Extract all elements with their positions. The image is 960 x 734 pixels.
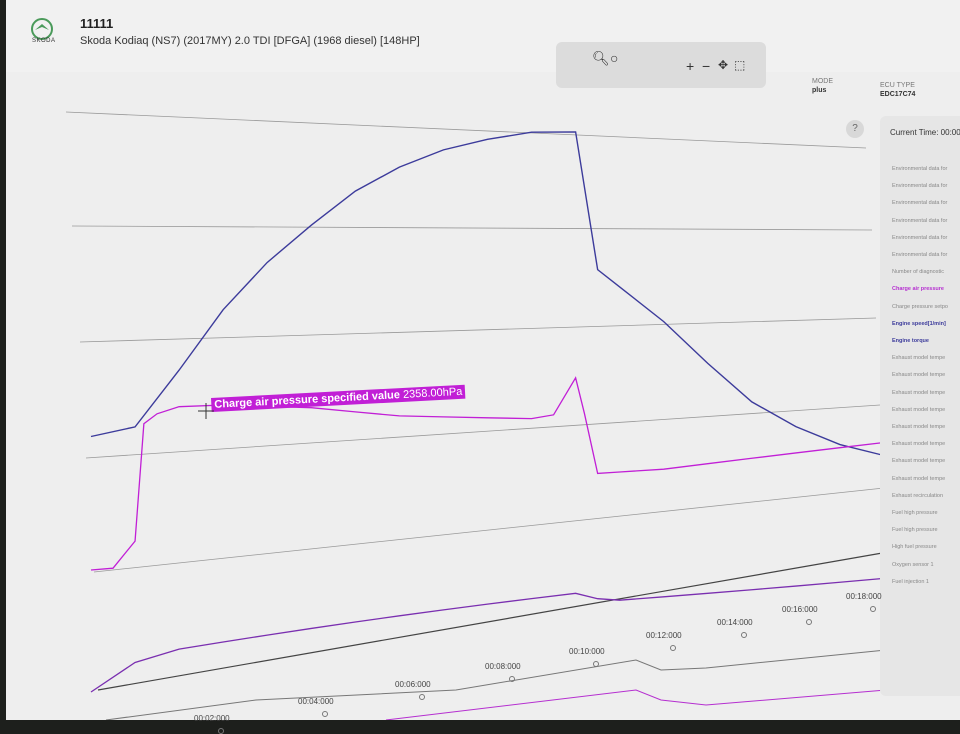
sidebar-item[interactable]: Exhaust model tempe <box>892 424 945 430</box>
meta-ecu-value: EDC17C74 <box>880 91 916 98</box>
x-tick-marker <box>870 606 876 612</box>
sidebar-item[interactable]: Charge pressure setpo <box>892 304 948 310</box>
chart-toolbar: 🔍︎ ○ + − ✥ ⬚ <box>556 42 766 88</box>
sidebar-item[interactable]: Exhaust model tempe <box>892 458 945 464</box>
meta-mode: MODE plus <box>812 78 833 94</box>
sidebar-item[interactable]: Exhaust model tempe <box>892 372 945 378</box>
sidebar-item[interactable]: Oxygen sensor 1 <box>892 562 934 568</box>
sidebar-item[interactable]: Environmental data for <box>892 166 947 172</box>
tooltip-value: 2358.00hPa <box>402 385 463 401</box>
gridline <box>65 111 867 149</box>
x-tick-label: 00:14:000 <box>717 618 753 627</box>
x-tick-label: 00:10:000 <box>569 647 605 656</box>
series-line-engine-torque <box>90 577 885 693</box>
x-tick-marker <box>806 619 812 625</box>
autoscale-icon[interactable]: ✥ <box>718 58 728 72</box>
meta-ecu-label: ECU TYPE <box>880 82 915 89</box>
sidebar-item[interactable]: Environmental data for <box>892 252 947 258</box>
sidebar-item[interactable]: Exhaust model tempe <box>892 390 945 396</box>
zoom-in-icon[interactable]: + <box>686 58 694 74</box>
sidebar-item[interactable]: Exhaust model tempe <box>892 441 945 447</box>
lasso-icon[interactable]: ○ <box>610 50 618 66</box>
screen: SKODA 11111 Skoda Kodiaq (NS7) (2017MY) … <box>6 0 960 734</box>
sidebar-item[interactable]: High fuel pressure <box>892 544 937 550</box>
sidebar-item[interactable]: Exhaust model tempe <box>892 476 945 482</box>
overview-line <box>105 649 887 720</box>
sidebar-item[interactable]: Environmental data for <box>892 235 947 241</box>
x-tick-label: 00:12:000 <box>646 631 682 640</box>
signal-sidebar: Current Time: 00:00 Environmental data f… <box>880 116 960 696</box>
x-tick-marker <box>593 661 599 667</box>
sidebar-item[interactable]: Exhaust recirculation <box>892 493 943 499</box>
x-tick-marker <box>322 711 328 717</box>
x-tick-marker <box>741 632 747 638</box>
meta-mode-value: plus <box>812 87 827 94</box>
search-icon[interactable]: 🔍︎ <box>592 50 610 67</box>
zoom-out-icon[interactable]: − <box>702 58 710 74</box>
sidebar-item[interactable]: Fuel high pressure <box>892 510 938 516</box>
x-tick-marker <box>419 694 425 700</box>
meta-mode-label: MODE <box>812 78 833 85</box>
sidebar-item[interactable]: Fuel high pressure <box>892 527 938 533</box>
sidebar-item[interactable]: Engine speed[1/min] <box>892 321 946 327</box>
x-tick-label: 00:08:000 <box>485 662 521 671</box>
sidebar-item[interactable]: Environmental data for <box>892 200 947 206</box>
sidebar-item[interactable]: Exhaust model tempe <box>892 355 945 361</box>
help-button[interactable]: ? <box>846 120 864 138</box>
x-tick-label: 00:18:000 <box>846 592 882 601</box>
x-tick-marker <box>218 728 224 734</box>
sidebar-item[interactable]: Number of diagnostic <box>892 269 944 275</box>
sidebar-item[interactable]: Environmental data for <box>892 183 947 189</box>
x-tick-marker <box>670 645 676 651</box>
overview-line <box>385 689 887 720</box>
sidebar-item[interactable]: Exhaust model tempe <box>892 407 945 413</box>
current-time: Current Time: 00:00 <box>890 128 960 137</box>
meta-ecu: ECU TYPE EDC17C74 <box>880 82 915 98</box>
sidebar-item[interactable]: Charge air pressure <box>892 286 944 292</box>
x-tick-marker <box>509 676 515 682</box>
gridline <box>79 317 877 343</box>
crosshair-cursor-icon <box>198 403 214 419</box>
x-tick-label: 00:02:000 <box>194 714 230 723</box>
x-tick-label: 00:06:000 <box>395 680 431 689</box>
x-tick-label: 00:04:000 <box>298 697 334 706</box>
gridline <box>93 487 885 573</box>
sidebar-item[interactable]: Fuel injection 1 <box>892 579 929 585</box>
sidebar-item[interactable]: Environmental data for <box>892 218 947 224</box>
sidebar-item[interactable]: Engine torque <box>892 338 929 344</box>
x-tick-label: 00:16:000 <box>782 605 818 614</box>
gridline <box>71 225 873 231</box>
reset-icon[interactable]: ⬚ <box>734 58 745 72</box>
